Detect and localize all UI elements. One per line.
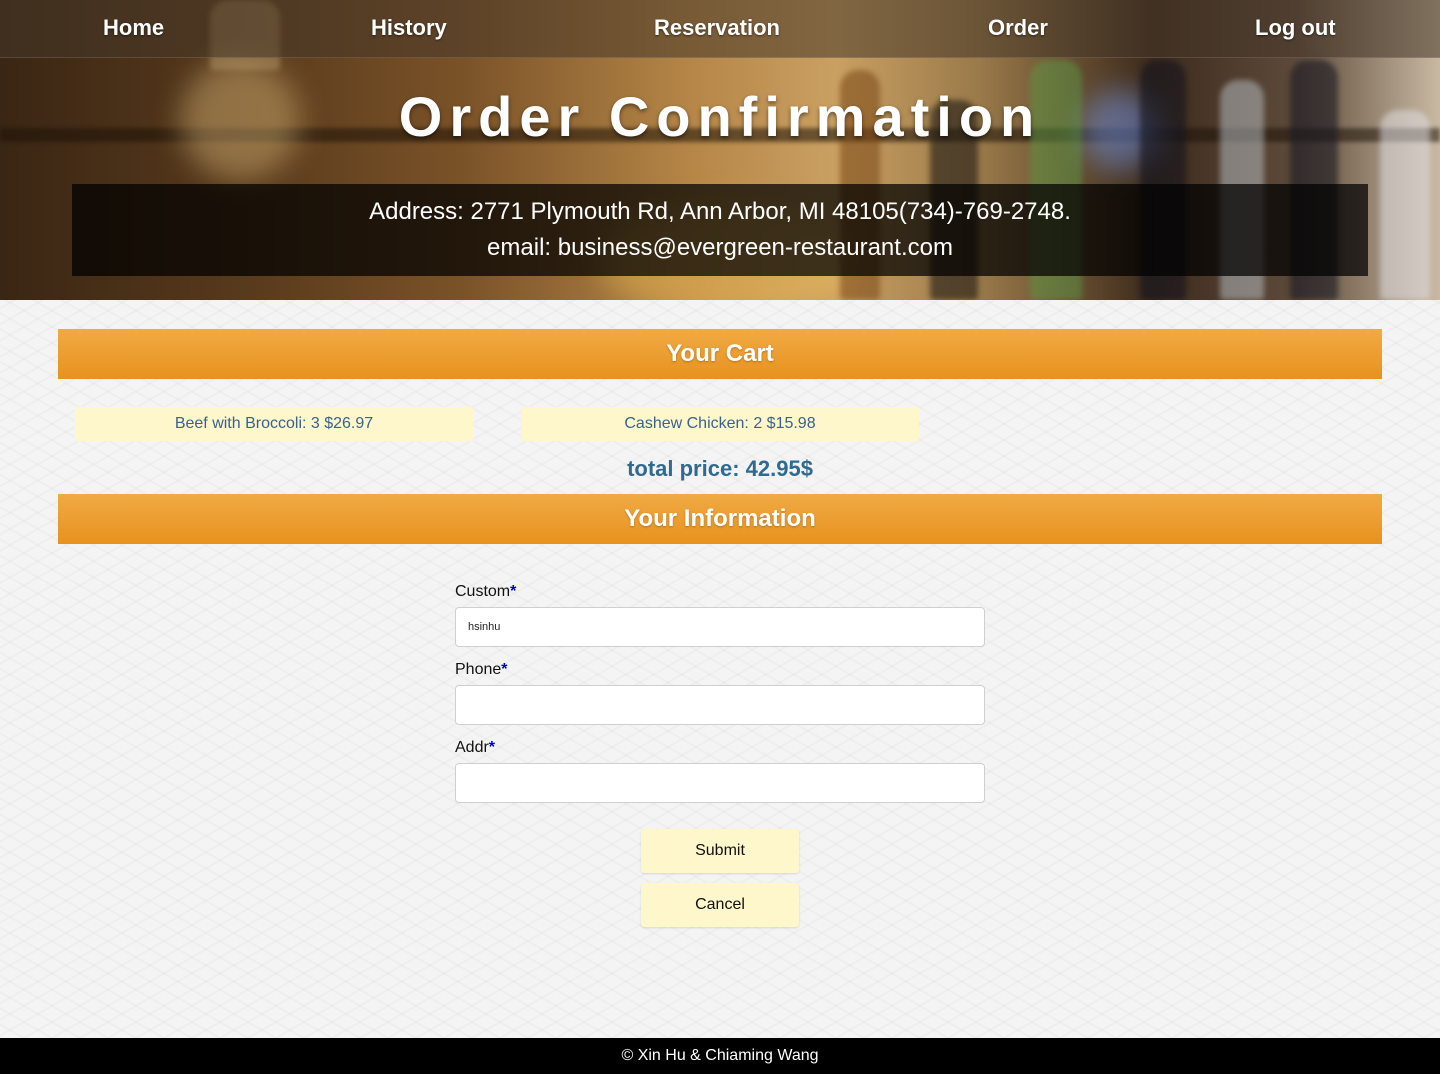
address-text: Address: 2771 Plymouth Rd, Ann Arbor, MI…	[369, 198, 1071, 225]
copyright-text: © Xin Hu & Chiaming Wang	[621, 1047, 819, 1064]
email-text: email: business@evergreen-restaurant.com	[487, 234, 953, 261]
phone-label-text: Phone	[455, 661, 502, 678]
required-marker: *	[510, 583, 517, 600]
nav-history-link[interactable]: History	[371, 15, 447, 41]
submit-button[interactable]: Submit	[641, 829, 799, 873]
page-title: Order Confirmation	[398, 85, 1042, 148]
address-label: Addr*	[455, 739, 495, 757]
nav-logout-link[interactable]: Log out	[1255, 15, 1336, 41]
cart-item: Cashew Chicken: 2 $15.98	[521, 407, 919, 441]
customer-name-label: Custom*	[455, 583, 516, 601]
nav-home-link[interactable]: Home	[103, 15, 164, 41]
top-nav: Home History Reservation Order Log out	[0, 0, 1440, 58]
required-marker: *	[501, 661, 508, 678]
phone-input[interactable]	[455, 685, 985, 725]
cancel-button[interactable]: Cancel	[641, 883, 799, 927]
address-label-text: Addr	[455, 739, 489, 756]
phone-label: Phone*	[455, 661, 508, 679]
cart-item: Beef with Broccoli: 3 $26.97	[75, 407, 473, 441]
customer-name-label-text: Custom	[455, 583, 511, 600]
nav-order-link[interactable]: Order	[988, 15, 1048, 41]
hero-banner: Home History Reservation Order Log out O…	[0, 0, 1440, 300]
footer: © Xin Hu & Chiaming Wang	[0, 1038, 1440, 1074]
cart-heading: Your Cart	[58, 329, 1382, 379]
required-marker: *	[488, 739, 496, 756]
contact-info-box: Address: 2771 Plymouth Rd, Ann Arbor, MI…	[72, 184, 1368, 276]
total-price: total price: 42.95$	[627, 456, 813, 481]
nav-reservation-link[interactable]: Reservation	[654, 15, 780, 41]
customer-name-input[interactable]	[455, 607, 985, 647]
address-input[interactable]	[455, 763, 985, 803]
information-heading: Your Information	[58, 494, 1382, 544]
